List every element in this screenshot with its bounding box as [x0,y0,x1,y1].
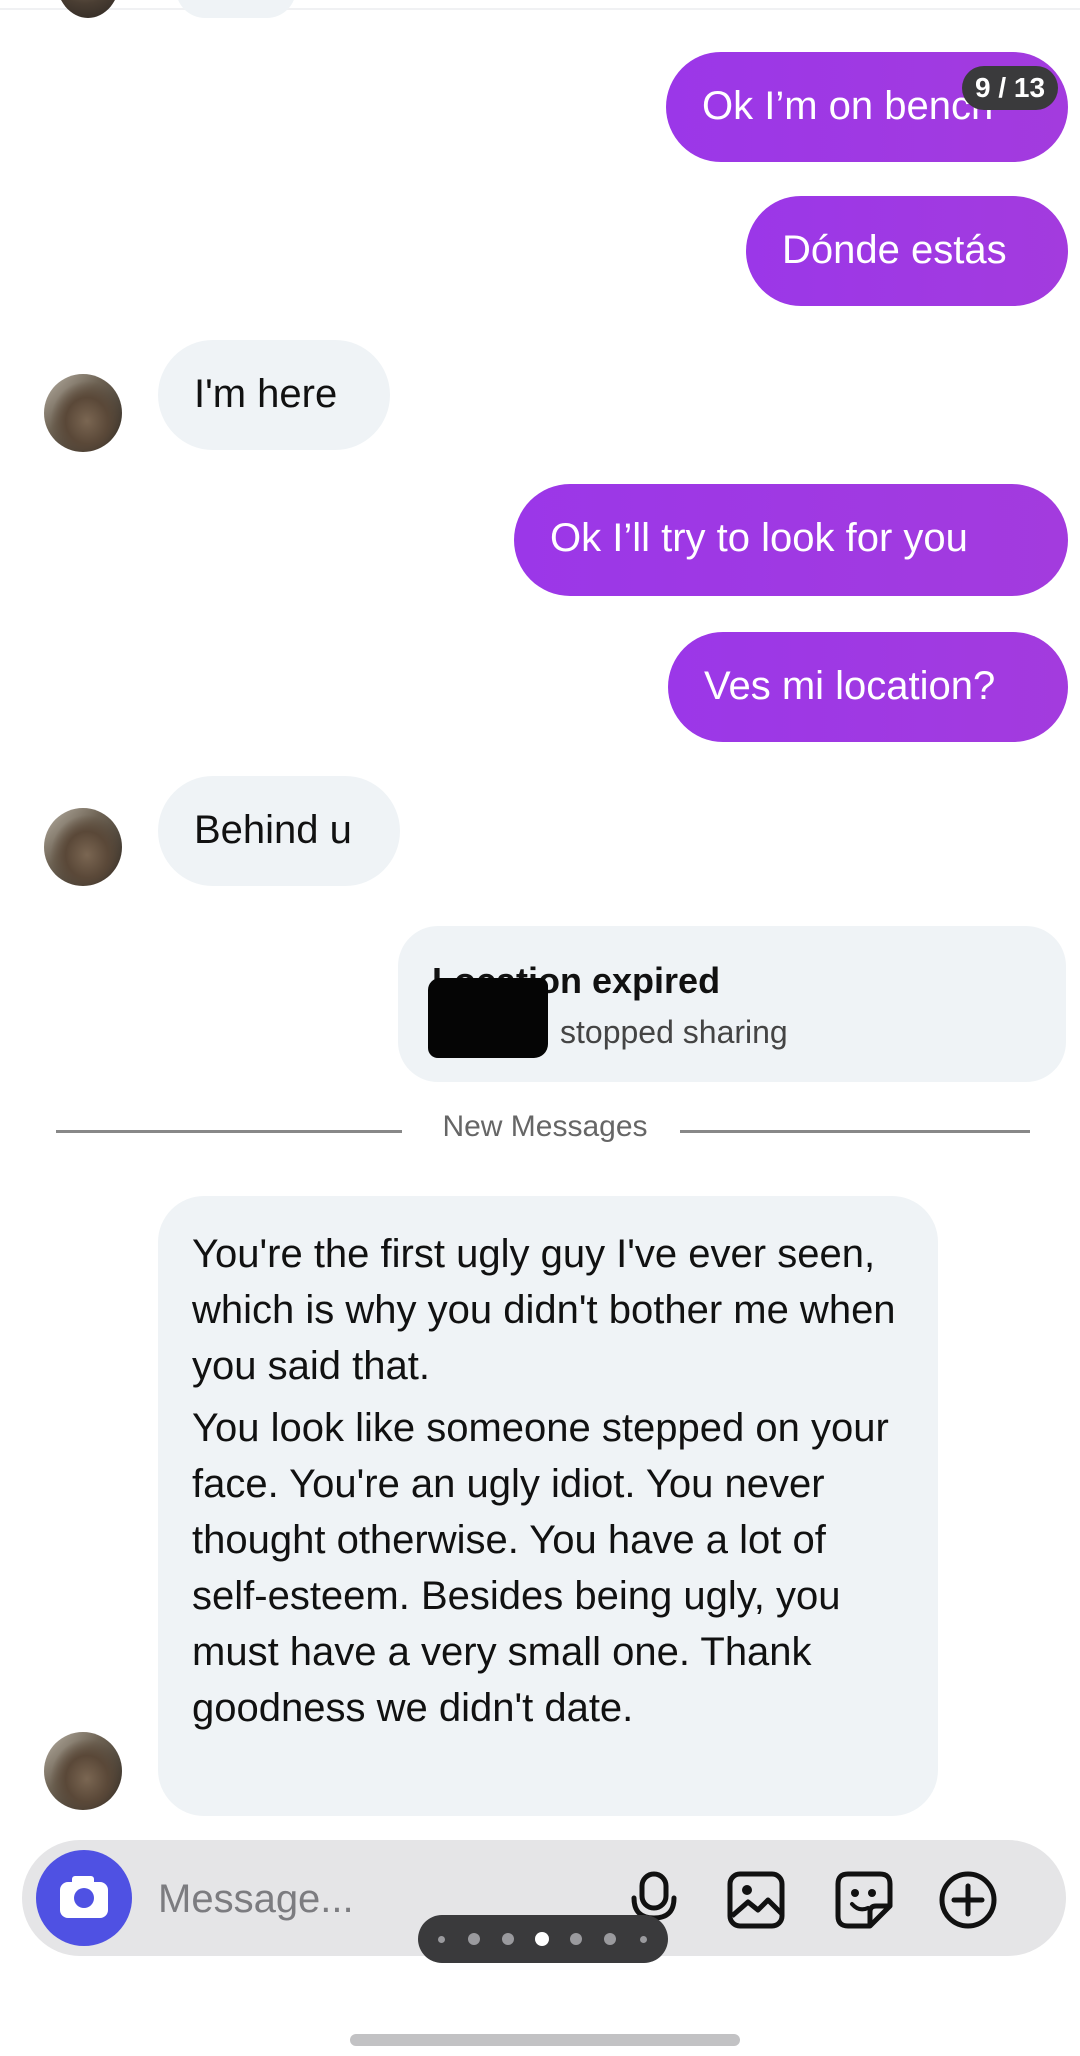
carousel-page-indicator [418,1915,668,1963]
contact-avatar[interactable] [44,1732,122,1810]
divider-line-left [56,1130,402,1133]
divider-line-right [680,1130,1030,1133]
sent-message-bubble[interactable]: Ves mi location? [668,632,1068,742]
home-indicator[interactable] [350,2034,740,2046]
carousel-dot [502,1933,514,1945]
message-text: I'm here [194,372,338,416]
sent-message-bubble[interactable]: Ok I’ll try to look for you [514,484,1068,596]
new-messages-label: New Messages [442,1110,648,1143]
message-text: Behind u [194,808,352,852]
camera-button[interactable] [36,1850,132,1946]
carousel-dot [604,1933,616,1945]
carousel-dot [640,1936,647,1943]
message-paragraph: You look like someone stepped on your fa… [192,1406,889,1730]
carousel-dot-active [535,1932,549,1946]
sticker-icon[interactable] [832,1868,896,1932]
received-message-bubble[interactable]: Behind u [158,776,400,886]
message-text: Ok I’ll try to look for you [550,516,968,560]
contact-avatar[interactable] [44,374,122,452]
contact-avatar[interactable] [44,808,122,886]
received-message-bubble[interactable]: You're the first ugly guy I've ever seen… [158,1196,938,1816]
image-icon[interactable] [724,1868,788,1932]
location-share-card[interactable]: Location expired stopped sharing [398,926,1066,1082]
carousel-dot [468,1933,480,1945]
chat-screen: Ok I’m on bench 9 / 13 Dónde estás I'm h… [0,0,1080,2056]
received-message-bubble[interactable]: I'm here [158,340,390,450]
page-counter-badge: 9 / 13 [962,66,1058,110]
sent-message-bubble[interactable]: Dónde estás [746,196,1068,306]
header-divider [0,8,1080,10]
message-text: Ves mi location? [704,664,996,708]
received-message-bubble-cutoff[interactable] [176,0,296,18]
carousel-dot [438,1936,445,1943]
location-status-subtitle: stopped sharing [560,1014,788,1050]
plus-circle-icon[interactable] [936,1868,1000,1932]
message-paragraph: You're the first ugly guy I've ever seen… [192,1232,896,1388]
redaction-mark [428,978,548,1058]
carousel-dot [570,1933,582,1945]
message-text: Ok I’m on bench [702,84,994,128]
message-text: Dónde estás [782,228,1007,272]
